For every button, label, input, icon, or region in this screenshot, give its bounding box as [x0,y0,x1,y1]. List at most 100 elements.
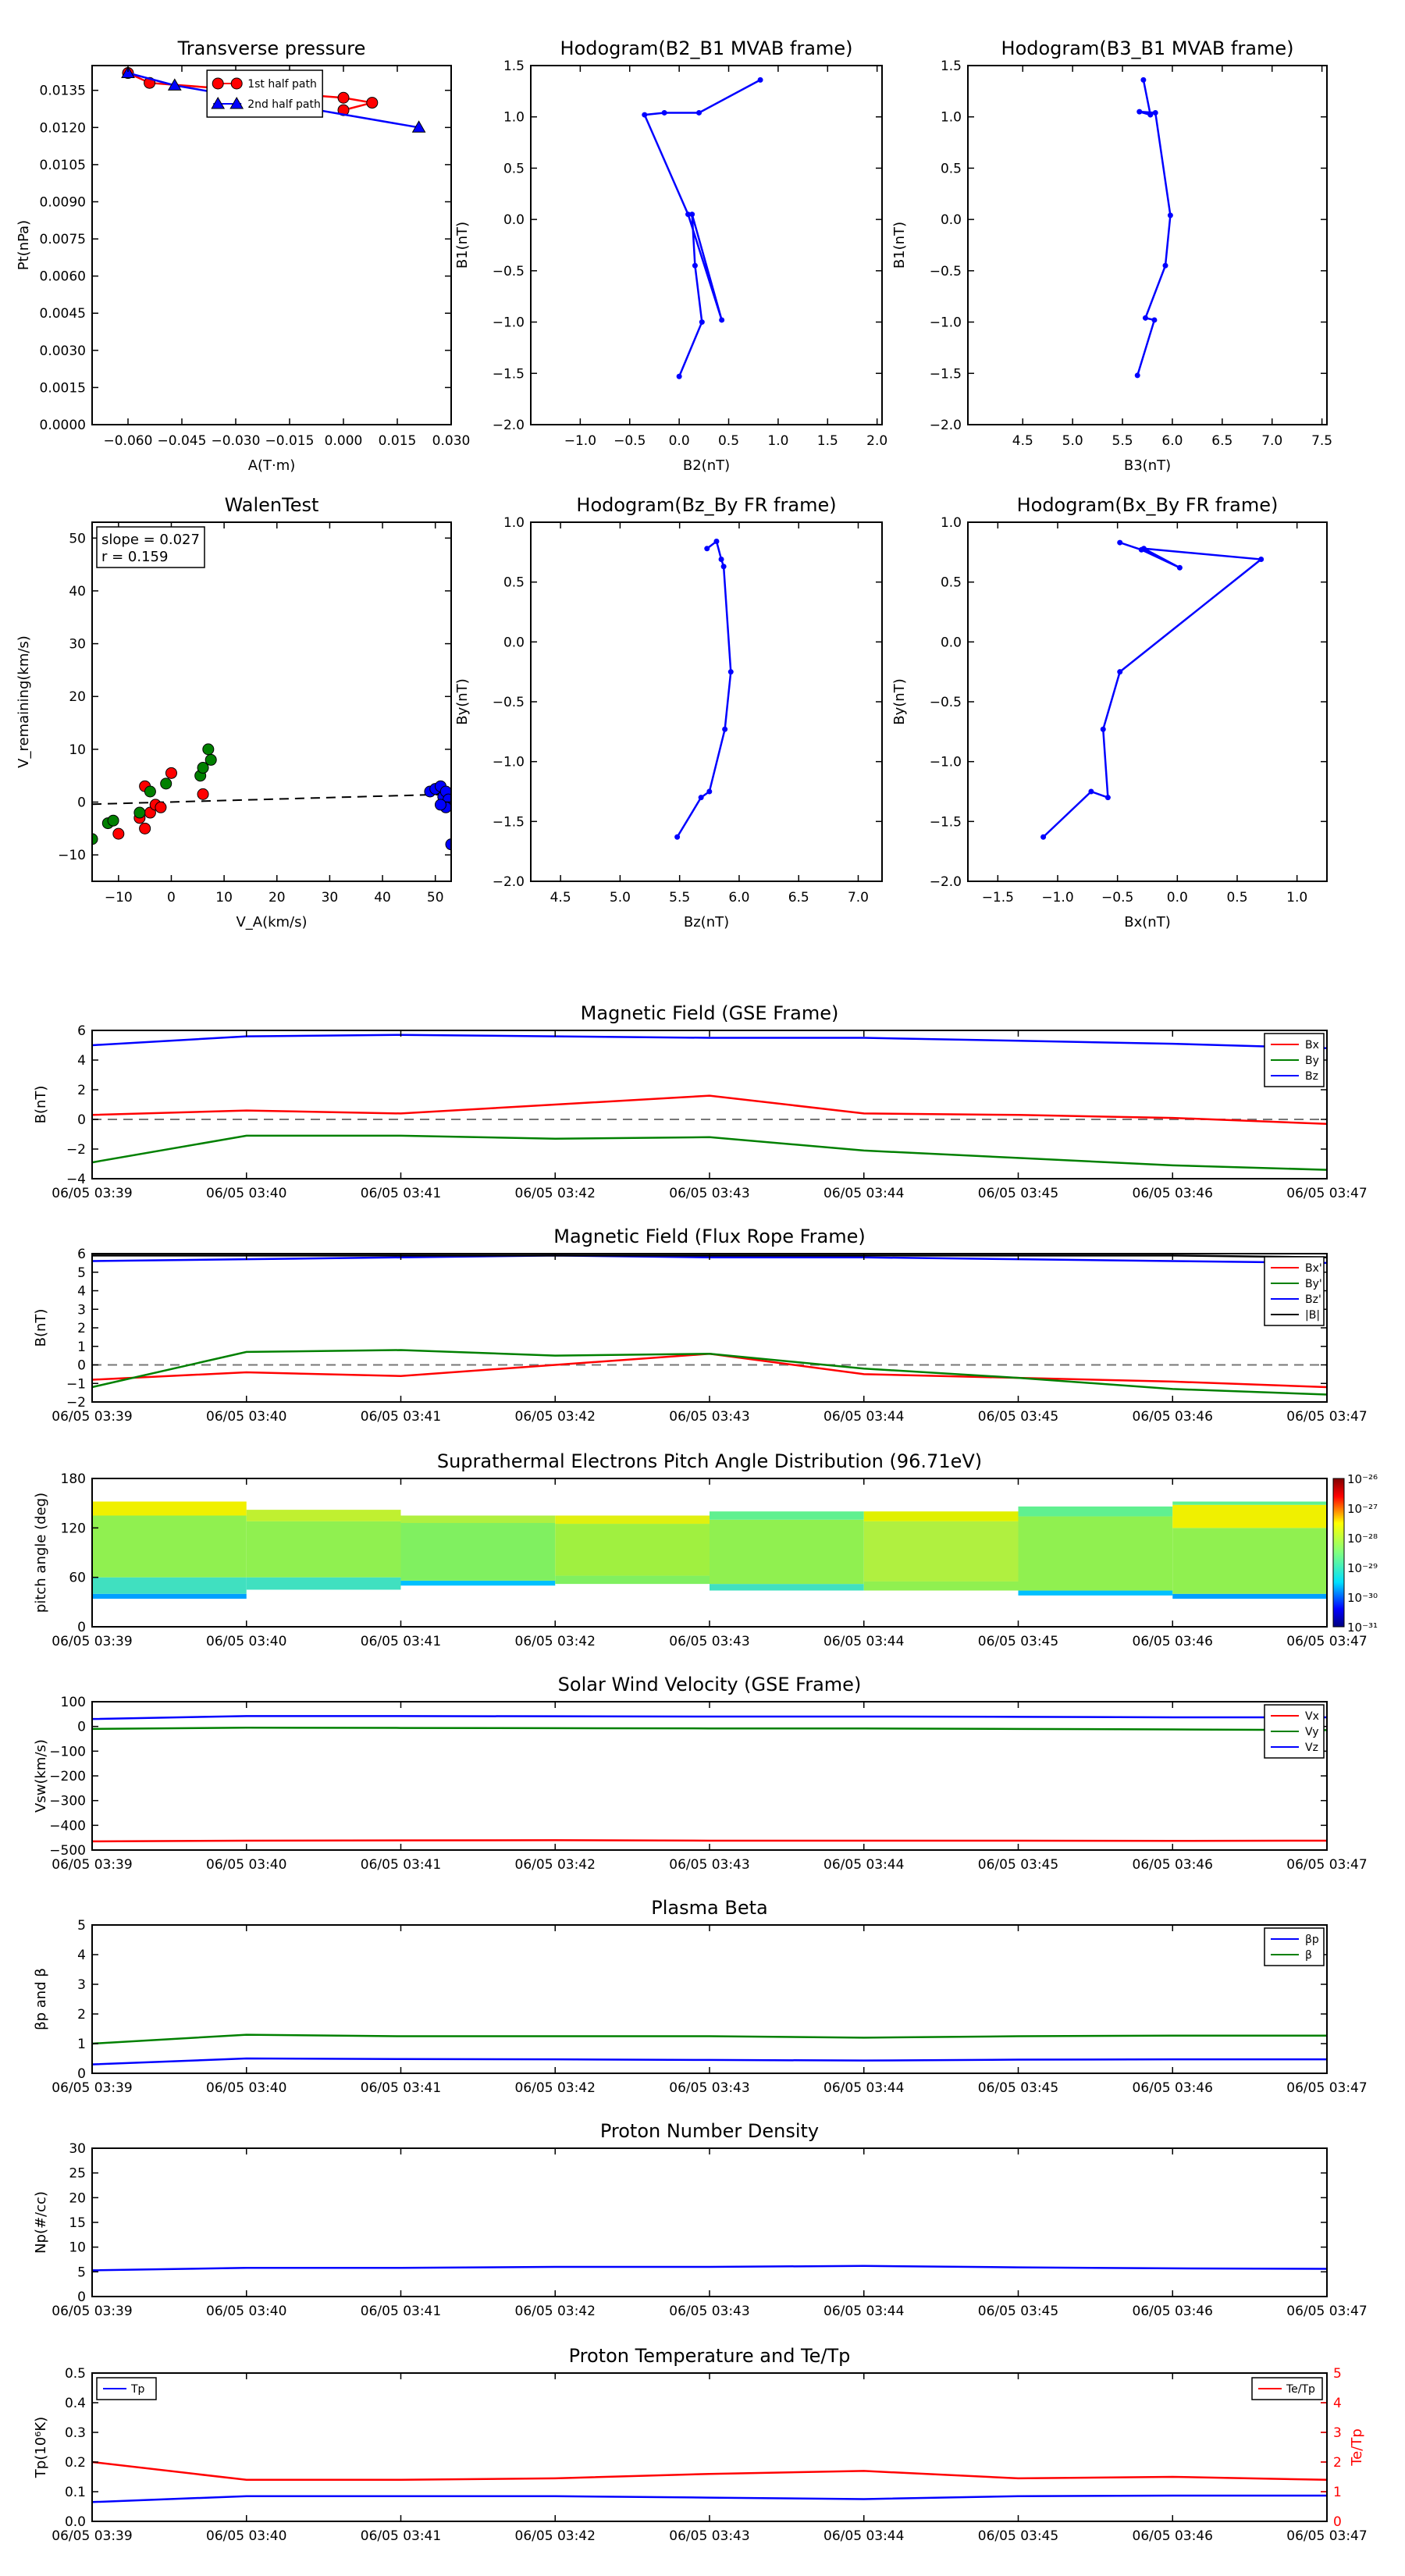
y-tick-label: 5 [77,1918,86,1934]
y-tick-label: −1.5 [493,814,525,830]
y-axis-label: Tp(10⁶K) [33,2417,49,2478]
data-point [139,822,151,834]
data-point [720,564,727,570]
x-tick-label: 7.0 [848,890,869,906]
heatmap-cell [246,1510,401,1521]
y-tick-label: −2.0 [930,874,962,890]
legend: Vx Vy Vz [1264,1704,1325,1759]
legend-label: Bz [1305,1070,1318,1083]
y-tick-label: 0.0 [941,635,962,650]
x-tick-label: 06/05 03:43 [669,1409,749,1425]
chart-mag_gse: −4 −2 0 2 4 6 Magnetic Field (GSE Frame) 06/05 … [33,1002,1368,1201]
annotation-text: slope = 0.027 [101,532,200,548]
x-tick-label: 06/05 03:46 [1133,2304,1213,2319]
x-axis-label: Bz(nT) [684,914,729,930]
data-point [133,806,146,819]
y-tick-label: −2.0 [493,874,525,890]
data-point [366,97,379,109]
y-tick-label: −1.5 [493,366,525,382]
series-line [91,2057,1327,2065]
y-tick-label-right: 3 [1333,2425,1342,2441]
data-point [1176,564,1183,571]
x-tick-label: 6.0 [1161,433,1183,449]
data-point [718,557,724,563]
x-tick-label: 06/05 03:45 [978,2528,1058,2544]
x-tick-label: −0.5 [1101,890,1133,906]
x-tick-label: 06/05 03:47 [1286,1634,1367,1649]
plot-frame [91,1701,1328,1851]
y-tick-label: 20 [69,2190,86,2206]
y-tick-label: 2 [77,1321,86,1336]
legend-label: β [1305,1949,1312,1962]
legend-label: Bx [1305,1039,1319,1051]
x-tick-label: 06/05 03:47 [1286,2304,1367,2319]
y-tick-label: −300 [49,1794,86,1809]
x-tick-label: 5.0 [610,890,631,906]
data-point [757,76,763,83]
y-tick-label: 0.0090 [40,194,86,210]
y-tick-label: 4 [77,1053,86,1069]
x-tick-label: 7.5 [1311,433,1332,449]
series-line [91,2265,1328,2272]
colorbar-label: 10⁻²⁹ [1347,1561,1378,1575]
y-axis-label-right: Te/Tp [1349,2428,1365,2467]
x-tick-label: 06/05 03:43 [669,1634,749,1649]
y-axis-label: B1(nT) [454,222,471,269]
heatmap-cell [863,1581,1019,1591]
colorbar-label: 10⁻²⁸ [1347,1532,1378,1546]
heatmap-cell [400,1580,556,1586]
series-line [91,2033,1327,2045]
y-tick-label: 10 [69,742,86,758]
data-point [1040,834,1047,840]
fit-annotation: slope = 0.027r = 0.159 [96,526,205,568]
x-tick-label: 06/05 03:41 [361,1857,441,1873]
y-tick-label: 4 [77,1948,86,1963]
heatmap-cell [400,1523,556,1581]
y-tick-label: −0.5 [493,264,525,279]
y-tick-label: 0.2 [65,2455,86,2471]
data-point [1136,109,1143,115]
x-tick-label: 0.000 [325,433,363,449]
data-point [698,795,704,801]
data-point [144,785,156,798]
data-point [160,777,173,790]
y-tick-label: 1.0 [941,515,962,531]
chart-walen: WalenTest −10 0 10 20 30 40 50 −10 0 10 20 30 40 50 V_A… [16,494,452,930]
y-tick-label: −1.0 [930,755,962,770]
y-tick-label: 4 [77,1284,86,1300]
data-point [197,788,209,800]
y-tick-label: −0.5 [930,695,962,710]
data-point [205,753,217,766]
heatmap-cell [92,1501,247,1516]
y-tick-label: 0 [77,1358,86,1374]
x-tick-label: 06/05 03:42 [515,2080,596,2096]
plot-frame [91,2372,1328,2522]
chart-title: Magnetic Field (GSE Frame) [581,1002,839,1024]
x-axis-label: A(T·m) [248,457,296,474]
heatmap-cell [400,1515,556,1523]
y-tick-label: 3 [77,1302,86,1318]
x-tick-label: 1.5 [817,433,838,449]
y-axis-label: By(nT) [454,678,471,724]
x-tick-label: 06/05 03:44 [823,2080,904,2096]
x-tick-label: 06/05 03:45 [978,2304,1058,2319]
chart-title: Hodogram(B2_B1 MVAB frame) [560,37,853,59]
x-tick-label: 06/05 03:43 [669,1186,749,1201]
data-point [337,91,350,104]
x-tick-label: 2.0 [866,433,887,449]
heatmap-cell [863,1511,1019,1521]
heatmap-cell [555,1524,710,1576]
chart-beta: 0 1 2 3 4 5 Plasma Beta 06/05 03:39 06/05 03:40 0… [33,1897,1368,2096]
annotation-text: r = 0.159 [101,549,168,565]
legend-label: By [1305,1055,1319,1067]
y-tick-label: 0.0 [503,635,525,650]
x-tick-label: 06/05 03:46 [1133,1409,1213,1425]
heatmap-cell [710,1511,864,1520]
data-point [202,743,215,756]
y-tick-label: 15 [69,2215,86,2231]
legend-label: Tp [130,2383,145,2396]
heatmap-cell [92,1593,247,1599]
y-axis-label: B(nT) [33,1086,49,1124]
legend: 1st half path 2nd half path [206,69,323,118]
heatmap-cell [92,1577,247,1594]
